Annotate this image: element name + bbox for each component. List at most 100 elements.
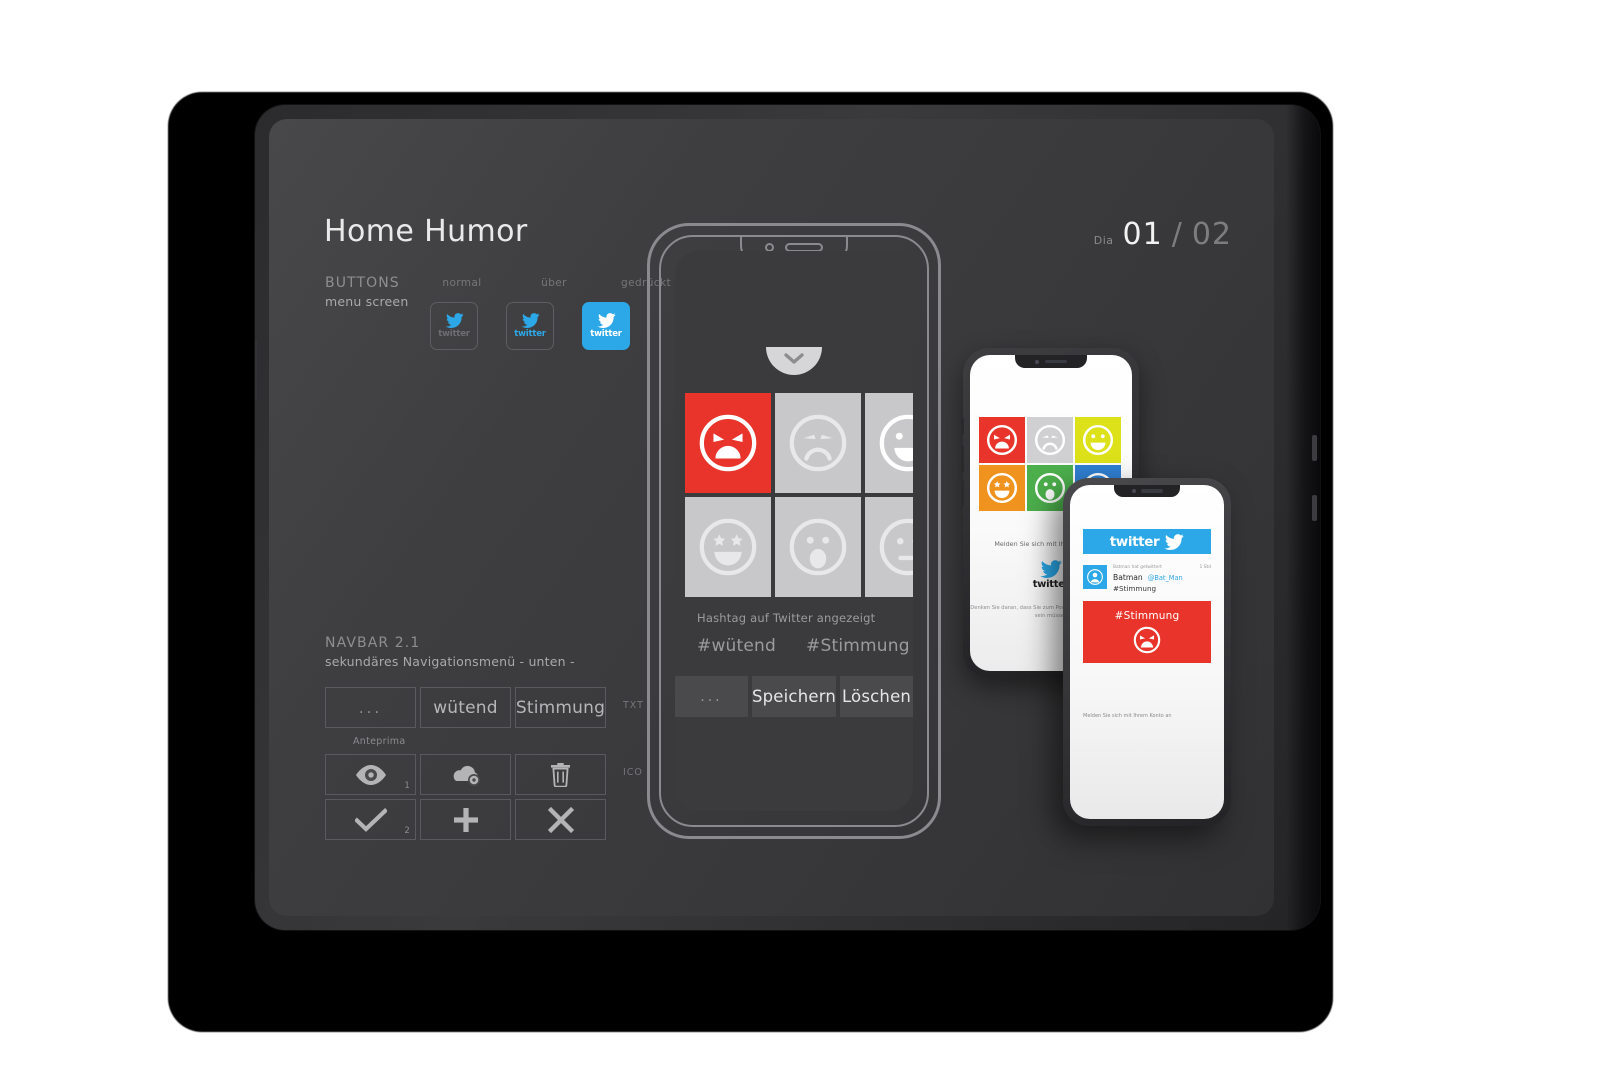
front-phone-twitter-header: twitter [1083, 529, 1211, 554]
navbar-button-confirm[interactable]: 2 [325, 799, 416, 840]
mood-tile-sad[interactable] [775, 393, 861, 493]
sad-face-icon [1034, 424, 1066, 456]
camera-icon [1035, 359, 1039, 364]
happy-face-icon [879, 414, 913, 472]
navbar-button-more[interactable]: ... [325, 687, 416, 728]
neutral-face-icon [879, 518, 913, 576]
front-phone-screen: twitter Batman hat getwittert 1 Std Batm… [1070, 485, 1224, 819]
tweet-text: #Stimmung [1113, 584, 1157, 593]
navbar-button-wuetend[interactable]: wütend [420, 687, 511, 728]
navbar-row-tag-icon: ICO [623, 767, 643, 778]
mid-mood-tile-sad[interactable] [1027, 417, 1073, 463]
navbar-icon-row-2-number: 2 [404, 826, 410, 836]
twitter-button-normal[interactable]: twitter [430, 302, 478, 350]
mid-phone-volume-down-button[interactable] [961, 480, 964, 506]
hashtag-wuetend[interactable]: #wütend [697, 636, 776, 656]
button-state-label-hover: über [541, 277, 567, 289]
navbar-icon-row-1-number: 1 [404, 781, 410, 791]
star-eyes-face-icon [699, 518, 757, 576]
twitter-bird-icon [521, 313, 539, 328]
mood-tile-star-eyes[interactable] [685, 497, 771, 597]
slide-counter-current: 01 [1122, 217, 1163, 252]
slide-counter-label: Dia [1093, 234, 1114, 247]
mid-phone-mute-button[interactable] [961, 418, 964, 434]
twitter-button-hover[interactable]: twitter [506, 302, 554, 350]
star-eyes-face-icon [986, 472, 1018, 504]
main-phone-bottom-bar: ... Speichern Löschen [675, 676, 913, 717]
pull-down-tab[interactable] [766, 347, 822, 375]
mid-phone-volume-up-button[interactable] [961, 446, 964, 472]
front-phone-twitter-word: twitter [1109, 533, 1160, 550]
navbar-button-delete[interactable] [515, 754, 606, 795]
button-state-labels: normal über gedrückt [430, 277, 678, 289]
tablet-side-button[interactable] [255, 340, 257, 400]
hashtag-block: Hashtag auf Twitter angezeigt #wütend #S… [697, 611, 910, 656]
button-state-label-normal: normal [442, 277, 482, 289]
speaker-icon [1140, 489, 1163, 493]
front-phone-notch [1114, 485, 1180, 497]
navbar-button-add[interactable] [420, 799, 511, 840]
screenshot-root: Home Humor Dia 01 / 02 BUTTONS menu scre… [0, 0, 1600, 1072]
front-phone-device: twitter Batman hat getwittert 1 Std Batm… [1063, 478, 1231, 826]
bottom-bar-save-button[interactable]: Speichern [751, 676, 837, 717]
speaker-icon [1045, 359, 1067, 364]
hashtag-caption: Hashtag auf Twitter angezeigt [697, 611, 876, 625]
section-navbar-heading: NAVBAR 2.1 [325, 635, 421, 651]
main-phone-wireframe: Hashtag auf Twitter angezeigt #wütend #S… [647, 223, 941, 839]
twitter-bird-icon [445, 313, 463, 328]
page-title: Home Humor [324, 214, 528, 249]
tablet-volume-down-button[interactable] [1312, 495, 1317, 521]
sad-face-icon [789, 414, 847, 472]
avatar[interactable] [1083, 565, 1107, 589]
trash-icon [551, 763, 570, 787]
navbar-text-row: ... wütend Stimmung TXT [325, 687, 643, 728]
twitter-button-states: twitter twitter twitter [430, 302, 630, 350]
hashtag-stimmung[interactable]: #Stimmung [806, 636, 910, 656]
mood-tile-angry[interactable] [685, 393, 771, 493]
twitter-button-pressed[interactable]: twitter [582, 302, 630, 350]
navbar-grid: ... wütend Stimmung TXT Anteprima 1 ICO … [325, 687, 643, 844]
navbar-button-upload[interactable] [420, 754, 511, 795]
slide-counter-total: 02 [1191, 217, 1232, 252]
front-phone-footer-text: Melden Sie sich mit Ihrem Konto an [1083, 713, 1172, 719]
mood-tile-neutral[interactable] [865, 497, 913, 597]
retweet-note: Batman hat getwittert [1113, 565, 1162, 570]
navbar-preview-label: Anteprima [353, 736, 406, 747]
navbar-button-stimmung[interactable]: Stimmung [515, 687, 606, 728]
chevron-down-icon [784, 353, 804, 364]
main-phone-screen: Hashtag auf Twitter angezeigt #wütend #S… [675, 251, 913, 811]
mid-mood-tile-star-eyes[interactable] [979, 465, 1025, 511]
tablet-volume-up-button[interactable] [1312, 435, 1317, 461]
surprised-face-icon [789, 518, 847, 576]
front-phone-tweet-card: Batman hat getwittert 1 Std Batman @Bat_… [1083, 565, 1211, 663]
navbar-button-cancel[interactable] [515, 799, 606, 840]
mid-mood-tile-angry[interactable] [979, 417, 1025, 463]
slide-counter: Dia 01 / 02 [1094, 217, 1232, 252]
angry-face-icon [1133, 626, 1161, 653]
user-avatar-icon [1087, 569, 1103, 585]
tweet-mood-tile[interactable]: #Stimmung [1083, 601, 1211, 663]
tweet-meta: Batman hat getwittert 1 Std Batman @Bat_… [1113, 565, 1211, 593]
mid-mood-tile-happy[interactable] [1075, 417, 1121, 463]
surprised-face-icon [1034, 472, 1066, 504]
section-buttons: BUTTONS menu screen normal über gedrückt… [325, 275, 671, 350]
close-icon [547, 806, 574, 833]
mood-tile-happy[interactable] [865, 393, 913, 493]
navbar-button-preview[interactable]: 1 [325, 754, 416, 795]
tweet-timestamp: 1 Std [1199, 565, 1212, 570]
twitter-bird-icon [1164, 533, 1184, 550]
twitter-bird-icon [597, 313, 615, 328]
slide-counter-separator: / [1171, 217, 1183, 252]
tweet-header-row: Batman hat getwittert 1 Std Batman @Bat_… [1083, 565, 1211, 593]
bottom-bar-more-button[interactable]: ... [675, 676, 748, 717]
camera-icon [1131, 489, 1136, 493]
happy-face-icon [1082, 424, 1114, 456]
twitter-bird-icon [1040, 560, 1062, 578]
bottom-bar-delete-button[interactable]: Löschen [840, 676, 913, 717]
tweet-user-handle[interactable]: @Bat_Man [1148, 574, 1183, 582]
twitter-button-pressed-label: twitter [590, 329, 622, 339]
angry-face-icon [699, 414, 757, 472]
section-navbar-subheading: sekundäres Navigationsmenü - unten - [325, 654, 575, 669]
angry-face-icon [986, 424, 1018, 456]
mood-tile-surprised[interactable] [775, 497, 861, 597]
